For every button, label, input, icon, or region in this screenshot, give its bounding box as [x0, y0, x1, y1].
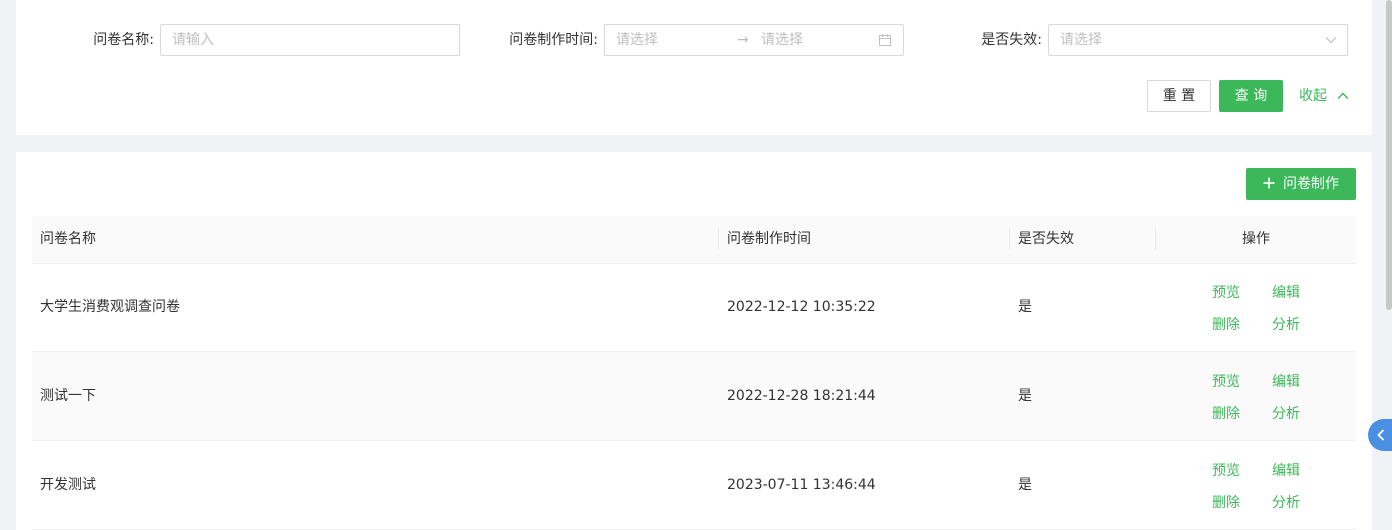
table-panel: 问卷制作 问卷名称 问卷制作时间 是否失效 操作 大学生消费观调查问卷 2022…	[16, 152, 1372, 530]
cell-invalid: 是	[1018, 477, 1032, 493]
invalid-select[interactable]: 请选择	[1048, 24, 1348, 56]
time-end-placeholder: 请选择	[761, 32, 803, 48]
cell-name: 测试一下	[40, 388, 96, 404]
delete-link[interactable]: 删除	[1212, 314, 1240, 334]
chevron-down-icon	[1325, 37, 1337, 44]
column-header-name: 问卷名称	[40, 231, 96, 247]
create-questionnaire-button[interactable]: 问卷制作	[1246, 168, 1356, 200]
arrow-right-icon: →	[737, 32, 749, 48]
edit-link[interactable]: 编辑	[1272, 282, 1300, 302]
table-row: 大学生消费观调查问卷 2022-12-12 10:35:22 是 预览 编辑 删…	[32, 263, 1356, 352]
preview-link[interactable]: 预览	[1212, 282, 1240, 302]
name-input[interactable]: 请输入	[160, 24, 460, 56]
time-range-picker[interactable]: 请选择 → 请选择	[604, 24, 904, 56]
column-header-actions: 操作	[1242, 231, 1270, 247]
table-row: 开发测试 2023-07-11 13:46:44 是 预览 编辑 删除 分析	[32, 441, 1356, 530]
delete-link[interactable]: 删除	[1212, 492, 1240, 512]
cell-time: 2023-07-11 13:46:44	[727, 477, 876, 493]
column-header-invalid: 是否失效	[1018, 231, 1074, 247]
name-label: 问卷名称:	[93, 32, 154, 48]
cell-name: 大学生消费观调查问卷	[40, 299, 180, 315]
collapse-label: 收起	[1299, 88, 1327, 104]
time-label: 问卷制作时间:	[509, 32, 598, 48]
cell-name: 开发测试	[40, 477, 96, 493]
chevron-up-icon	[1337, 92, 1349, 99]
analyze-link[interactable]: 分析	[1272, 403, 1300, 423]
analyze-link[interactable]: 分析	[1272, 492, 1300, 512]
search-panel: 问卷名称: 请输入 问卷制作时间: 请选择 → 请选择 是否失效: 请选择 重 …	[16, 0, 1372, 135]
calendar-icon	[879, 34, 891, 46]
analyze-link[interactable]: 分析	[1272, 314, 1300, 334]
edit-link[interactable]: 编辑	[1272, 460, 1300, 480]
invalid-label: 是否失效:	[981, 32, 1042, 48]
side-drawer-toggle[interactable]	[1368, 419, 1392, 451]
table-header: 问卷名称 问卷制作时间 是否失效 操作	[32, 216, 1356, 264]
query-button[interactable]: 查 询	[1219, 80, 1283, 112]
cell-invalid: 是	[1018, 299, 1032, 315]
cell-invalid: 是	[1018, 388, 1032, 404]
column-divider	[718, 228, 719, 250]
invalid-select-placeholder: 请选择	[1060, 32, 1102, 48]
page-scrollbar[interactable]	[1386, 0, 1392, 310]
column-divider	[1009, 228, 1010, 250]
edit-link[interactable]: 编辑	[1272, 371, 1300, 391]
reset-button[interactable]: 重 置	[1147, 80, 1211, 112]
column-header-time: 问卷制作时间	[727, 231, 811, 247]
name-input-placeholder: 请输入	[172, 32, 214, 48]
cell-time: 2022-12-28 18:21:44	[727, 388, 876, 404]
create-questionnaire-label: 问卷制作	[1283, 176, 1339, 192]
chevron-left-icon	[1377, 429, 1385, 441]
preview-link[interactable]: 预览	[1212, 371, 1240, 391]
plus-icon	[1263, 177, 1275, 188]
delete-link[interactable]: 删除	[1212, 403, 1240, 423]
time-start-placeholder: 请选择	[616, 32, 658, 48]
cell-time: 2022-12-12 10:35:22	[727, 299, 876, 315]
table-row: 测试一下 2022-12-28 18:21:44 是 预览 编辑 删除 分析	[32, 352, 1356, 441]
preview-link[interactable]: 预览	[1212, 460, 1240, 480]
collapse-toggle[interactable]: 收起	[1299, 80, 1349, 112]
